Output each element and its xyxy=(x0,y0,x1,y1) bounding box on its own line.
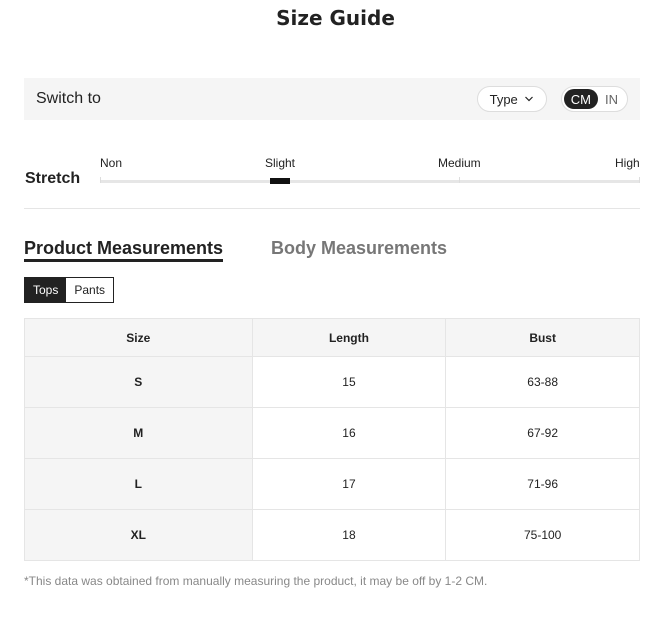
header-size: Size xyxy=(24,318,253,357)
table-row: M 16 67-92 xyxy=(24,407,640,459)
length-cell: 17 xyxy=(251,458,447,510)
length-cell: 18 xyxy=(251,509,447,561)
stretch-level-high: High xyxy=(615,156,640,170)
unit-in-button[interactable]: IN xyxy=(598,89,625,109)
switch-to-label: Switch to xyxy=(36,90,101,107)
chevron-down-icon xyxy=(524,96,533,102)
active-tab-underline xyxy=(24,259,223,262)
table-row: XL 18 75-100 xyxy=(24,509,640,561)
unit-toggle: CM IN xyxy=(560,86,628,112)
bust-cell: 75-100 xyxy=(445,509,640,561)
type-dropdown[interactable]: Type xyxy=(476,86,547,112)
stretch-tick xyxy=(459,177,460,183)
stretch-level-non: Non xyxy=(100,156,123,170)
bust-cell: 67-92 xyxy=(445,407,640,459)
stretch-tick xyxy=(100,177,101,183)
section-divider xyxy=(24,208,640,209)
size-cell: M xyxy=(24,407,253,459)
stretch-label: Stretch xyxy=(25,170,81,187)
stretch-tick xyxy=(639,177,640,183)
table-row: L 17 71-96 xyxy=(24,458,640,510)
unit-switch-bar: Switch to Type CM IN xyxy=(24,78,640,120)
category-switch: Tops Pants xyxy=(24,277,115,303)
size-cell: XL xyxy=(24,509,253,561)
size-cell: S xyxy=(24,356,253,408)
length-cell: 15 xyxy=(251,356,447,408)
length-cell: 16 xyxy=(251,407,447,459)
header-length: Length xyxy=(251,318,447,357)
page-title: Size Guide xyxy=(276,6,395,30)
measurement-footnote: *This data was obtained from manually me… xyxy=(24,574,488,588)
table-header-row: Size Length Bust xyxy=(24,318,640,357)
category-pants-button[interactable]: Pants xyxy=(66,278,114,302)
tab-body-measurements[interactable]: Body Measurements xyxy=(271,238,447,259)
header-bust: Bust xyxy=(445,318,640,357)
stretch-level-medium: Medium xyxy=(438,156,481,170)
size-table: Size Length Bust S 15 63-88 M 16 67-92 L… xyxy=(24,318,640,561)
table-row: S 15 63-88 xyxy=(24,356,640,408)
type-dropdown-label: Type xyxy=(489,91,518,107)
bust-cell: 71-96 xyxy=(445,458,640,510)
category-tops-button[interactable]: Tops xyxy=(25,278,67,302)
stretch-indicator xyxy=(270,178,290,184)
size-cell: L xyxy=(24,458,253,510)
tab-product-measurements[interactable]: Product Measurements xyxy=(24,238,223,259)
stretch-level-slight: Slight xyxy=(265,156,296,170)
stretch-scale-track xyxy=(100,180,640,183)
unit-cm-button[interactable]: CM xyxy=(563,89,598,109)
bust-cell: 63-88 xyxy=(445,356,640,408)
